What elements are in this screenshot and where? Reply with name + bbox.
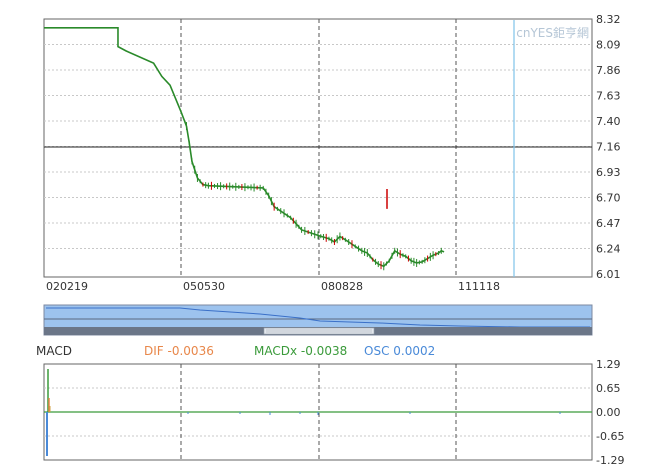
watermark: cnYES鉅亨網 bbox=[516, 25, 589, 40]
price-x-tick-labels: 020219 050530 080828 111118 bbox=[46, 280, 500, 293]
price-y-tick: 7.86 bbox=[596, 64, 621, 77]
macd-legend-title: MACD bbox=[36, 344, 72, 358]
navigator-scroll-handle[interactable] bbox=[263, 327, 375, 335]
price-x-tick: 050530 bbox=[183, 280, 225, 293]
price-x-tick: 080828 bbox=[321, 280, 363, 293]
stock-chart: 8.32 8.09 7.86 7.63 7.40 7.16 6.93 6.70 6.47 6.24… bbox=[43, 13, 624, 467]
osc-label: OSC bbox=[364, 344, 390, 358]
dif-label: DIF bbox=[144, 344, 164, 358]
price-x-tick: 111118 bbox=[458, 280, 500, 293]
price-y-tick: 6.24 bbox=[596, 243, 621, 256]
macd-y-tick: 0.00 bbox=[596, 406, 621, 419]
macd-legend-macdx: MACDx -0.0038 bbox=[254, 344, 347, 358]
dif-value: -0.0036 bbox=[167, 344, 214, 358]
price-y-tick: 7.40 bbox=[596, 115, 621, 128]
price-y-tick: 6.01 bbox=[596, 268, 621, 281]
macd-legend-dif: DIF -0.0036 bbox=[144, 344, 214, 358]
price-y-tick-labels: 8.32 8.09 7.86 7.63 7.40 7.16 6.93 6.70 6.47 6.24… bbox=[596, 13, 621, 281]
macd-y-tick: -1.29 bbox=[596, 454, 624, 467]
price-y-tick: 6.93 bbox=[596, 166, 621, 179]
macd-y-tick-labels: 1.29 0.65 0.00 -0.65 -1.29 bbox=[596, 358, 624, 467]
macdx-label: MACDx bbox=[254, 344, 298, 358]
macdx-value: -0.0038 bbox=[300, 344, 348, 358]
osc-value: 0.0002 bbox=[393, 344, 436, 358]
macd-y-tick: -0.65 bbox=[596, 430, 624, 443]
price-y-tick: 7.63 bbox=[596, 90, 621, 103]
macd-legend-osc: OSC 0.0002 bbox=[364, 344, 435, 358]
macd-y-tick: 0.65 bbox=[596, 382, 621, 395]
price-y-tick: 6.70 bbox=[596, 192, 621, 205]
price-y-tick: 8.09 bbox=[596, 39, 621, 52]
price-y-tick: 7.16 bbox=[596, 141, 621, 154]
price-y-tick: 6.47 bbox=[596, 217, 621, 230]
price-y-tick: 8.32 bbox=[596, 13, 621, 26]
macd-y-tick: 1.29 bbox=[596, 358, 621, 371]
price-x-tick: 020219 bbox=[46, 280, 88, 293]
